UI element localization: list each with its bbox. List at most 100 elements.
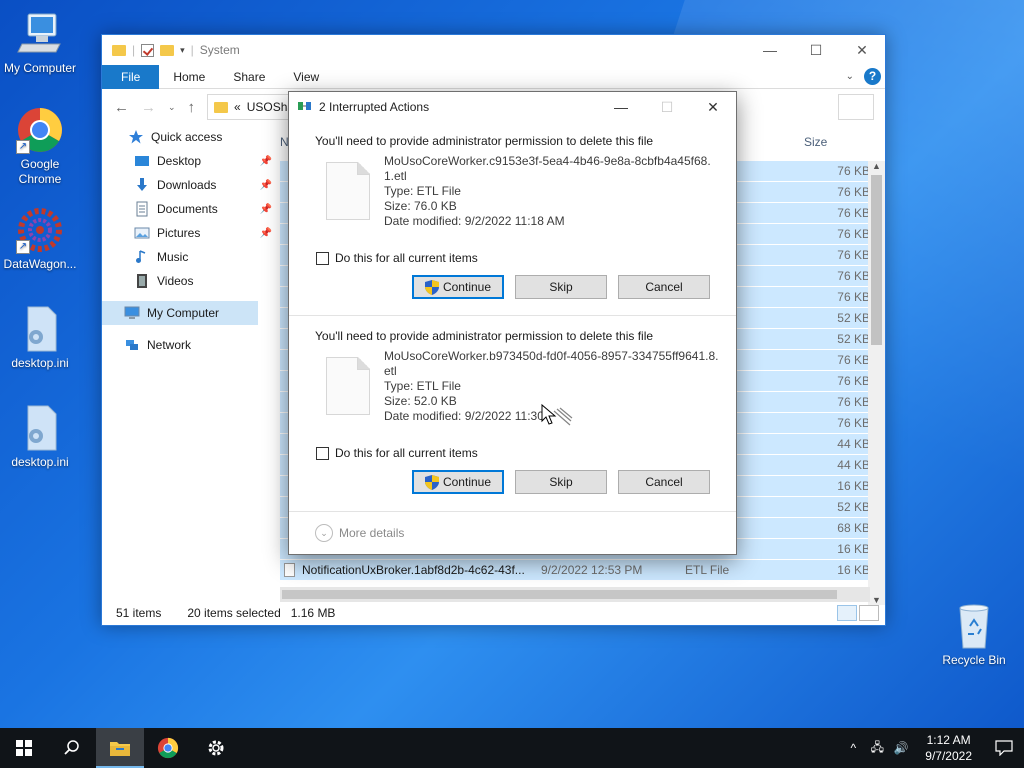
search-button[interactable] bbox=[48, 728, 96, 768]
chevron-up-icon[interactable]: ^ bbox=[841, 741, 865, 755]
pin-icon[interactable]: 📌 bbox=[260, 204, 272, 215]
computer-icon bbox=[124, 305, 140, 321]
more-details-toggle[interactable]: ⌄ More details bbox=[315, 524, 404, 542]
column-header-size[interactable]: Size bbox=[804, 135, 827, 149]
close-icon[interactable]: ✕ bbox=[839, 35, 885, 65]
pin-icon[interactable]: 📌 bbox=[260, 228, 272, 239]
volume-icon[interactable]: 🔊 bbox=[889, 741, 913, 755]
desktop-icon-datawagon[interactable]: ↗ DataWagon... bbox=[0, 206, 80, 272]
tab-view[interactable]: View bbox=[279, 65, 333, 89]
desktop-icon-label: Recycle Bin bbox=[942, 653, 1006, 667]
nav-network[interactable]: Network bbox=[102, 333, 274, 357]
scroll-up-icon[interactable]: ▲ bbox=[872, 161, 881, 171]
tab-share[interactable]: Share bbox=[219, 65, 279, 89]
tab-file[interactable]: File bbox=[102, 64, 160, 89]
nav-documents[interactable]: Documents 📌 bbox=[102, 197, 274, 221]
nav-videos[interactable]: Videos bbox=[102, 269, 274, 293]
file-size-cell: 76 KB bbox=[837, 395, 870, 409]
details-view-icon[interactable] bbox=[837, 605, 857, 621]
busy-cursor-icon bbox=[540, 403, 574, 432]
desktop-icon-desktop-ini-1[interactable]: desktop.ini bbox=[0, 305, 80, 371]
taskbar-chrome[interactable] bbox=[144, 728, 192, 768]
minimize-icon[interactable]: — bbox=[747, 35, 793, 65]
nav-label: My Computer bbox=[147, 306, 220, 320]
cancel-button[interactable]: Cancel bbox=[618, 470, 710, 494]
star-icon bbox=[128, 129, 144, 145]
table-row[interactable]: NotificationUxBroker.1abf8d2b-4c62-43f..… bbox=[280, 560, 872, 581]
notification-button[interactable] bbox=[984, 740, 1024, 756]
system-tray: ^ 🖧 🔊 1:12 AM 9/7/2022 bbox=[841, 728, 1024, 768]
file-size-cell: 52 KB bbox=[837, 311, 870, 325]
file-date-cell: 9/2/2022 12:53 PM bbox=[541, 563, 643, 577]
action-message: You'll need to provide administrator per… bbox=[289, 329, 736, 343]
taskbar-settings[interactable] bbox=[192, 728, 240, 768]
desktop-icon-my-computer[interactable]: My Computer bbox=[0, 10, 80, 76]
continue-button[interactable]: Continue bbox=[412, 275, 504, 299]
download-arrow-icon bbox=[134, 177, 150, 193]
taskbar-file-explorer[interactable] bbox=[96, 728, 144, 768]
checkbox-box[interactable] bbox=[316, 251, 329, 265]
tab-home[interactable]: Home bbox=[159, 65, 219, 89]
permission-message: You'll need to provide administrator per… bbox=[315, 329, 654, 343]
button-label: Skip bbox=[549, 280, 573, 294]
skip-button[interactable]: Skip bbox=[515, 470, 607, 494]
horizontal-scrollbar[interactable] bbox=[280, 587, 870, 602]
nav-downloads[interactable]: Downloads 📌 bbox=[102, 173, 274, 197]
nav-my-computer[interactable]: My Computer bbox=[102, 301, 258, 325]
button-label: Continue bbox=[442, 475, 492, 489]
clock[interactable]: 1:12 AM 9/7/2022 bbox=[913, 732, 984, 764]
nav-desktop[interactable]: Desktop 📌 bbox=[102, 149, 274, 173]
navigation-pane: Quick access Desktop 📌 Downloads 📌 Docum… bbox=[102, 125, 274, 603]
continue-button[interactable]: Continue bbox=[412, 470, 504, 494]
clock-time: 1:12 AM bbox=[926, 733, 971, 747]
nav-label: Downloads bbox=[157, 178, 217, 192]
checkbox-box[interactable] bbox=[316, 446, 329, 460]
close-icon[interactable]: ✕ bbox=[690, 92, 736, 122]
desktop-icon-google-chrome[interactable]: ↗ Google Chrome bbox=[0, 106, 80, 187]
file-size-cell: 76 KB bbox=[837, 206, 870, 220]
vertical-scrollbar[interactable]: ▲ ▼ bbox=[868, 161, 885, 605]
nav-music[interactable]: Music bbox=[102, 245, 274, 269]
pin-icon[interactable]: 📌 bbox=[260, 156, 272, 167]
shortcut-arrow-icon: ↗ bbox=[16, 140, 30, 154]
up-arrow-icon[interactable]: ↑ bbox=[188, 99, 196, 116]
maximize-icon[interactable]: ☐ bbox=[793, 35, 839, 65]
address-bar[interactable]: « USOSha bbox=[207, 94, 296, 120]
cancel-button[interactable]: Cancel bbox=[618, 275, 710, 299]
dialog-titlebar[interactable]: 2 Interrupted Actions — ☐ ✕ bbox=[289, 92, 736, 122]
nav-pictures[interactable]: Pictures 📌 bbox=[102, 221, 274, 245]
explorer-titlebar[interactable]: | ▾ | System — ☐ ✕ bbox=[102, 35, 885, 65]
apply-all-checkbox[interactable]: Do this for all current items bbox=[316, 446, 478, 460]
permission-message: You'll need to provide administrator per… bbox=[315, 134, 654, 148]
back-arrow-icon[interactable]: ← bbox=[114, 99, 129, 116]
start-button[interactable] bbox=[0, 728, 48, 768]
file-size-cell: 76 KB bbox=[837, 353, 870, 367]
scrollbar-thumb[interactable] bbox=[871, 175, 882, 345]
forward-arrow-icon[interactable]: → bbox=[141, 99, 156, 116]
properties-icon[interactable] bbox=[141, 43, 155, 57]
file-size: Size: 76.0 KB bbox=[384, 199, 457, 213]
clock-date: 9/7/2022 bbox=[925, 749, 972, 763]
desktop-icon-desktop-ini-2[interactable]: desktop.ini bbox=[0, 404, 80, 470]
customize-toolbar-icon[interactable]: ▾ bbox=[180, 45, 185, 56]
help-icon[interactable]: ? bbox=[864, 68, 881, 85]
minimize-icon[interactable]: — bbox=[598, 92, 644, 122]
selected-count: 20 items selected bbox=[187, 606, 281, 620]
large-icons-view-icon[interactable] bbox=[859, 605, 879, 621]
nav-label: Videos bbox=[157, 274, 194, 288]
nav-quick-access[interactable]: Quick access bbox=[102, 125, 274, 149]
pin-icon[interactable]: 📌 bbox=[260, 180, 272, 191]
recent-locations-icon[interactable]: ⌄ bbox=[168, 102, 176, 113]
expand-ribbon-icon[interactable]: ⌄ bbox=[846, 71, 854, 82]
skip-button[interactable]: Skip bbox=[515, 275, 607, 299]
apply-all-checkbox[interactable]: Do this for all current items bbox=[316, 251, 478, 265]
desktop-icon-recycle-bin[interactable]: Recycle Bin bbox=[934, 602, 1014, 668]
search-box[interactable] bbox=[838, 94, 874, 120]
network-icon[interactable]: 🖧 bbox=[865, 738, 889, 759]
file-size-cell: 76 KB bbox=[837, 416, 870, 430]
new-folder-icon[interactable] bbox=[160, 44, 175, 56]
divider bbox=[289, 511, 736, 512]
file-type: Type: ETL File bbox=[384, 184, 461, 198]
scrollbar-thumb[interactable] bbox=[282, 590, 837, 599]
file-size-cell: 16 KB bbox=[837, 479, 870, 493]
